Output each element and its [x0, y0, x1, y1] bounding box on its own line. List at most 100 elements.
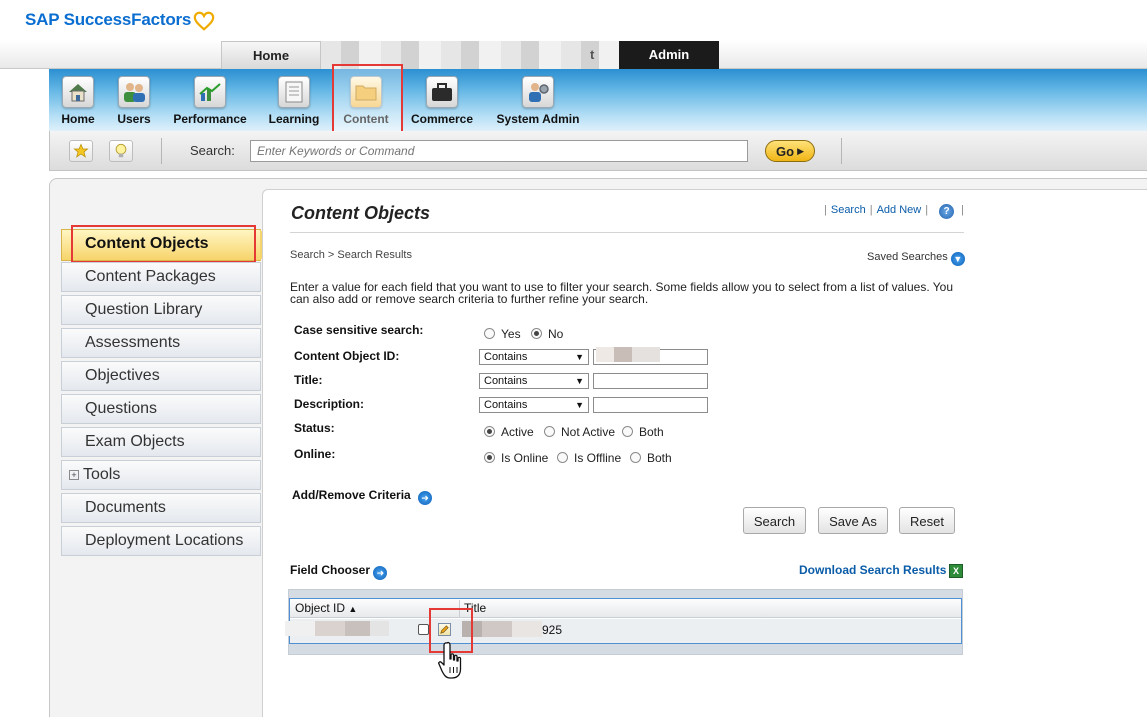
side-item-documents[interactable]: Documents — [61, 493, 261, 523]
online-is-offline-option[interactable]: Is Offline — [557, 451, 621, 465]
tab-home[interactable]: Home — [221, 41, 321, 69]
module-users-label: Users — [117, 112, 151, 126]
tab-admin[interactable]: Admin — [619, 41, 719, 69]
add-new-link[interactable]: Add New — [877, 204, 922, 216]
obscured-id-value — [596, 347, 660, 362]
module-home-label: Home — [61, 112, 95, 126]
case-sensitive-no-option[interactable]: No — [531, 327, 563, 341]
results-header-row — [290, 599, 961, 618]
search-button[interactable]: Search — [743, 507, 806, 534]
module-performance-label: Performance — [173, 112, 247, 126]
header-links: | Search | Add New | — [824, 204, 929, 216]
title-divider — [290, 232, 964, 233]
search-label: Search: — [190, 143, 235, 158]
status-active-option[interactable]: Active — [484, 425, 534, 439]
saved-searches-label: Saved Searches — [867, 251, 948, 263]
go-button[interactable]: Go ▶ — [765, 140, 815, 162]
side-item-question-library[interactable]: Question Library — [61, 295, 261, 325]
side-item-objectives[interactable]: Objectives — [61, 361, 261, 391]
search-link[interactable]: Search — [831, 204, 866, 216]
obscured-title — [462, 621, 542, 637]
saved-searches-link[interactable]: Saved Searches ▼ — [867, 251, 965, 266]
module-commerce[interactable]: Commerce — [408, 76, 476, 126]
house-icon — [62, 76, 94, 108]
lightbulb-icon[interactable] — [109, 140, 133, 162]
go-button-label: Go — [776, 143, 795, 159]
chevron-down-circle-icon: ▼ — [950, 252, 965, 266]
arrow-right-circle-icon: ➜ — [373, 566, 388, 580]
expand-plus-icon[interactable]: + — [69, 470, 79, 480]
radio-not-active[interactable] — [544, 426, 555, 437]
title-operator-select[interactable]: Contains ▼ — [479, 373, 589, 389]
content-object-id-label: Content Object ID: — [294, 349, 400, 363]
side-item-exam-objects[interactable]: Exam Objects — [61, 427, 261, 457]
reset-button[interactable]: Reset — [899, 507, 955, 534]
play-arrow-icon: ▶ — [797, 145, 804, 156]
title-input[interactable] — [593, 373, 708, 389]
online-both-option[interactable]: Both — [630, 451, 672, 465]
case-sensitive-yes-option[interactable]: Yes — [484, 327, 521, 341]
row-select-checkbox[interactable] — [418, 624, 429, 635]
save-as-button[interactable]: Save As — [818, 507, 888, 534]
tab-obscured-label: t — [590, 47, 595, 62]
header-link-divider: | — [961, 204, 964, 216]
row-title-text: 925 — [542, 623, 563, 637]
side-item-content-packages[interactable]: Content Packages — [61, 262, 261, 292]
radio-yes[interactable] — [484, 328, 495, 339]
status-not-active-option[interactable]: Not Active — [544, 425, 615, 439]
content-object-id-operator-select[interactable]: Contains ▼ — [479, 349, 589, 365]
toolbar-divider — [841, 138, 842, 164]
page-title: Content Objects — [291, 203, 431, 223]
heart-logo-icon — [193, 11, 215, 31]
radio-is-offline[interactable] — [557, 452, 568, 463]
title-label: Title: — [294, 373, 323, 387]
side-item-questions[interactable]: Questions — [61, 394, 261, 424]
instructions-text: Enter a value for each field that you wa… — [290, 280, 954, 306]
add-remove-criteria-link[interactable]: Add/Remove Criteria ➜ — [292, 488, 433, 505]
online-label: Online: — [294, 447, 336, 461]
module-commerce-label: Commerce — [410, 112, 474, 126]
sort-ascending-icon: ▲ — [348, 604, 358, 614]
module-performance[interactable]: Performance — [170, 76, 250, 126]
content-module-highlight — [332, 64, 403, 140]
table-row[interactable] — [290, 619, 961, 643]
side-item-tools-label: Tools — [83, 466, 121, 483]
description-operator-select[interactable]: Contains ▼ — [479, 397, 589, 413]
help-icon[interactable]: ? — [939, 204, 954, 219]
favorites-star-icon[interactable] — [69, 140, 93, 162]
module-users[interactable]: Users — [114, 76, 154, 126]
description-label: Description: — [294, 397, 365, 411]
status-both-option[interactable]: Both — [622, 425, 664, 439]
chart-icon — [194, 76, 226, 108]
column-header-object-id[interactable]: Object ID ▲ — [295, 601, 357, 615]
side-item-deployment-locations[interactable]: Deployment Locations — [61, 526, 261, 556]
module-system-admin[interactable]: System Admin — [494, 76, 582, 126]
notepad-icon — [278, 76, 310, 108]
breadcrumb: Search > Search Results — [290, 249, 412, 261]
admin-gear-icon — [522, 76, 554, 108]
online-is-online-option[interactable]: Is Online — [484, 451, 548, 465]
users-icon — [118, 76, 150, 108]
module-learning-label: Learning — [268, 112, 320, 126]
radio-no[interactable] — [531, 328, 542, 339]
radio-active[interactable] — [484, 426, 495, 437]
field-chooser-link[interactable]: Field Chooser ➜ — [290, 563, 388, 580]
content-objects-highlight — [71, 225, 256, 263]
keyword-search-input[interactable] — [250, 140, 748, 162]
module-system-admin-label: System Admin — [496, 112, 580, 126]
radio-status-both[interactable] — [622, 426, 633, 437]
module-learning[interactable]: Learning — [266, 76, 322, 126]
obscured-object-id — [285, 621, 389, 636]
radio-online-both[interactable] — [630, 452, 641, 463]
brand-logo-text: SAP SuccessFactors — [25, 10, 192, 29]
excel-icon[interactable]: X — [949, 564, 963, 578]
description-input[interactable] — [593, 397, 708, 413]
side-item-assessments[interactable]: Assessments — [61, 328, 261, 358]
download-search-results-link[interactable]: Download Search Results — [799, 563, 946, 577]
radio-is-online[interactable] — [484, 452, 495, 463]
side-item-tools[interactable]: + Tools — [61, 460, 261, 490]
module-home[interactable]: Home — [60, 76, 96, 126]
status-label: Status: — [294, 421, 335, 435]
dropdown-arrow-icon: ▼ — [575, 400, 584, 410]
toolbar-divider — [161, 138, 162, 164]
